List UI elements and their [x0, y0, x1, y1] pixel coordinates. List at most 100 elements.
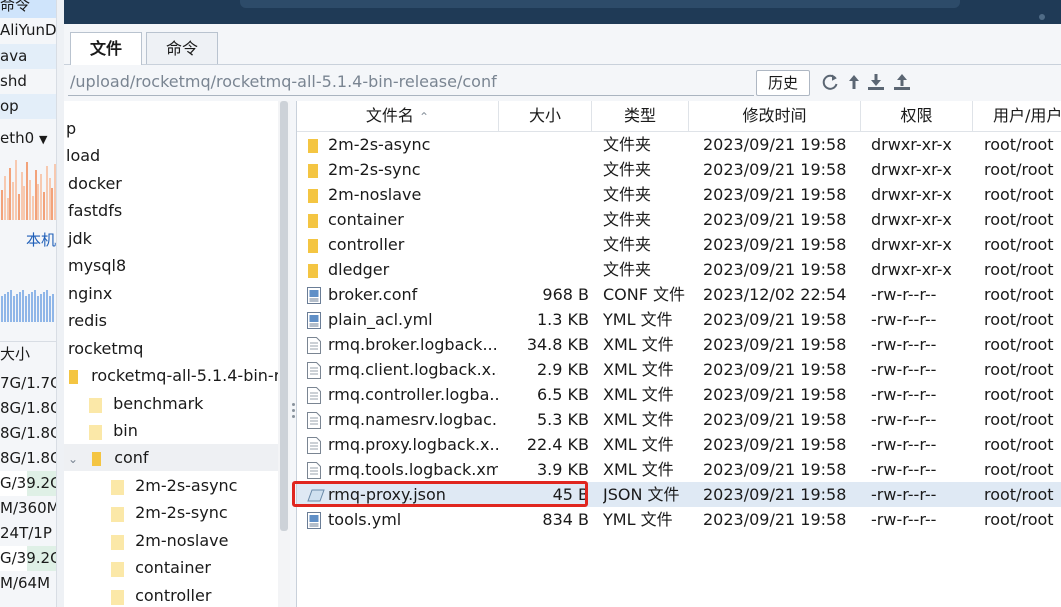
chart-bar: [43, 192, 45, 220]
file-row[interactable]: rmq.controller.logba... 6.5 KB XML 文件 2023/…: [297, 382, 1061, 407]
chart-bar: [26, 162, 29, 220]
column-header-permissions[interactable]: 权限: [861, 101, 973, 131]
tree-item[interactable]: mysql8: [64, 252, 278, 279]
tree-item[interactable]: nginx: [64, 280, 278, 307]
tree-item[interactable]: jdk: [64, 225, 278, 252]
interface-selector[interactable]: eth0 ▼: [0, 126, 56, 151]
file-owner-cell: root/root: [984, 310, 1054, 329]
file-name-cell: plain_acl.yml: [328, 310, 433, 329]
folder-icon: [111, 534, 124, 550]
path-input[interactable]: [68, 68, 754, 96]
file-owner-cell: root/root: [984, 460, 1054, 479]
disk-row: 8G/1.8G: [0, 399, 56, 417]
tree-item[interactable]: docker: [64, 170, 278, 197]
refresh-icon[interactable]: [820, 72, 840, 92]
file-row[interactable]: container 文件夹 2023/09/21 19:58 drwxr-xr-x ro…: [297, 207, 1061, 232]
disk-row: G/39.2G: [0, 546, 56, 571]
splitter-grip-dot: [292, 403, 295, 406]
file-row[interactable]: dledger 文件夹 2023/09/21 19:58 drwxr-xr-x root…: [297, 257, 1061, 282]
tree-item[interactable]: 2m-2s-async: [64, 472, 278, 499]
tree-item-label: rocketmq: [68, 339, 144, 358]
json-file-icon: [307, 486, 325, 503]
file-row-selected[interactable]: rmq-proxy.json 45 B JSON 文件 2023/09/21 19:5…: [297, 482, 1061, 507]
history-button[interactable]: 历史: [756, 70, 810, 96]
tree-item[interactable]: 2m-2s-sync: [64, 499, 278, 526]
column-header-mtime[interactable]: 修改时间: [689, 101, 861, 131]
left-item-4[interactable]: op: [0, 94, 56, 119]
tree-scrollbar-thumb[interactable]: [280, 101, 288, 531]
load-mini-chart: [0, 286, 56, 322]
chart-bar: [22, 290, 24, 322]
file-perm-cell: drwxr-xr-x: [871, 235, 952, 254]
chart-bar: [52, 294, 54, 322]
sort-ascending-icon: ⌃: [419, 110, 430, 124]
tree-item[interactable]: rocketmq-all-5.1.4-bin-re: [64, 362, 278, 389]
left-status-panel: 命令 AliYunDu ava shd op eth0 ▼ 本机 大小 7G/1…: [0, 0, 56, 607]
tree-item[interactable]: load: [64, 142, 278, 169]
column-header-name[interactable]: 文件名 ⌃: [297, 101, 499, 131]
file-row[interactable]: tools.yml 834 B YML 文件 2023/09/21 19:58 -rw-…: [297, 507, 1061, 532]
chevron-down-icon[interactable]: ⌄: [68, 446, 86, 471]
file-size-cell: [499, 207, 592, 232]
file-owner-cell: root/root: [984, 160, 1054, 179]
chart-bar: [15, 160, 17, 220]
file-mtime-cell: 2023/09/21 19:58: [703, 510, 847, 529]
folder-icon: [307, 161, 321, 178]
file-perm-cell: -rw-r--r--: [871, 460, 937, 479]
local-label[interactable]: 本机: [0, 228, 56, 253]
tree-item[interactable]: rocketmq: [64, 335, 278, 362]
file-row[interactable]: rmq.namesrv.logbac... 5.3 KB XML 文件 2023/09…: [297, 407, 1061, 432]
up-arrow-icon[interactable]: [844, 72, 864, 92]
file-row[interactable]: rmq.proxy.logback.x... 22.4 KB XML 文件 2023/…: [297, 432, 1061, 457]
file-row[interactable]: broker.conf 968 B CONF 文件 2023/12/02 22:54 -…: [297, 282, 1061, 307]
chart-bar: [48, 178, 51, 220]
file-mtime-cell: 2023/09/21 19:58: [703, 410, 847, 429]
file-perm-cell: -rw-r--r--: [871, 360, 937, 379]
tree-item-selected[interactable]: ⌄ conf: [64, 444, 278, 471]
text-file-icon: [307, 336, 321, 354]
upload-icon[interactable]: [892, 72, 912, 92]
file-owner-cell: root/root: [984, 435, 1054, 454]
tree-item[interactable]: redis: [64, 307, 278, 334]
tree-item-label: redis: [68, 311, 108, 330]
file-table-header: 文件名 ⌃ 大小 类型 修改时间 权限 用户/用户: [297, 101, 1061, 132]
disk-row: 24T/1P: [0, 524, 52, 542]
column-header-size[interactable]: 大小: [499, 101, 592, 131]
tree-item[interactable]: p: [64, 115, 278, 142]
file-row[interactable]: rmq.client.logback.x... 2.9 KB XML 文件 2023/…: [297, 357, 1061, 382]
chart-bar: [45, 166, 48, 220]
tree-scrollbar[interactable]: [278, 101, 290, 607]
file-mtime-cell: 2023/09/21 19:58: [703, 260, 847, 279]
column-header-owner[interactable]: 用户/用户: [973, 101, 1061, 131]
tree-item[interactable]: benchmark: [64, 390, 278, 417]
file-name-cell: rmq.namesrv.logbac...: [328, 410, 498, 429]
file-row[interactable]: 2m-2s-sync 文件夹 2023/09/21 19:58 drwxr-xr-x r…: [297, 157, 1061, 182]
tab-files[interactable]: 文件: [70, 32, 142, 65]
column-header-type[interactable]: 类型: [592, 101, 689, 131]
left-item-0[interactable]: 命令: [0, 0, 56, 18]
left-item-1[interactable]: AliYunDu: [0, 18, 56, 43]
folder-icon: [89, 424, 102, 440]
file-perm-cell: -rw-r--r--: [871, 435, 937, 454]
tree-item[interactable]: controller: [64, 582, 278, 607]
tab-commands[interactable]: 命令: [146, 32, 218, 64]
file-row[interactable]: plain_acl.yml 1.3 KB YML 文件 2023/09/21 19:5…: [297, 307, 1061, 332]
file-type-cell: 文件夹: [603, 210, 652, 229]
tree-item[interactable]: 2m-noslave: [64, 527, 278, 554]
file-row[interactable]: rmq.tools.logback.xml 3.9 KB XML 文件 2023/09…: [297, 457, 1061, 482]
left-item-3[interactable]: shd: [0, 69, 56, 94]
chart-bar: [16, 294, 18, 322]
tree-item[interactable]: container: [64, 554, 278, 581]
left-item-2[interactable]: ava: [0, 44, 56, 69]
tree-item[interactable]: fastdfs: [64, 197, 278, 224]
chart-bar: [46, 290, 48, 322]
dropdown-arrow-icon: ▼: [38, 133, 48, 146]
file-row[interactable]: controller 文件夹 2023/09/21 19:58 drwxr-xr-x r…: [297, 232, 1061, 257]
chart-bar: [12, 182, 15, 220]
file-row[interactable]: rmq.broker.logback.... 34.8 KB XML 文件 2023/…: [297, 332, 1061, 357]
file-row[interactable]: 2m-2s-async 文件夹 2023/09/21 19:58 drwxr-xr-x…: [297, 132, 1061, 157]
file-type-cell: XML 文件: [603, 460, 674, 479]
file-row[interactable]: 2m-noslave 文件夹 2023/09/21 19:58 drwxr-xr-x r…: [297, 182, 1061, 207]
tree-item[interactable]: bin: [64, 417, 278, 444]
download-icon[interactable]: [866, 72, 886, 92]
